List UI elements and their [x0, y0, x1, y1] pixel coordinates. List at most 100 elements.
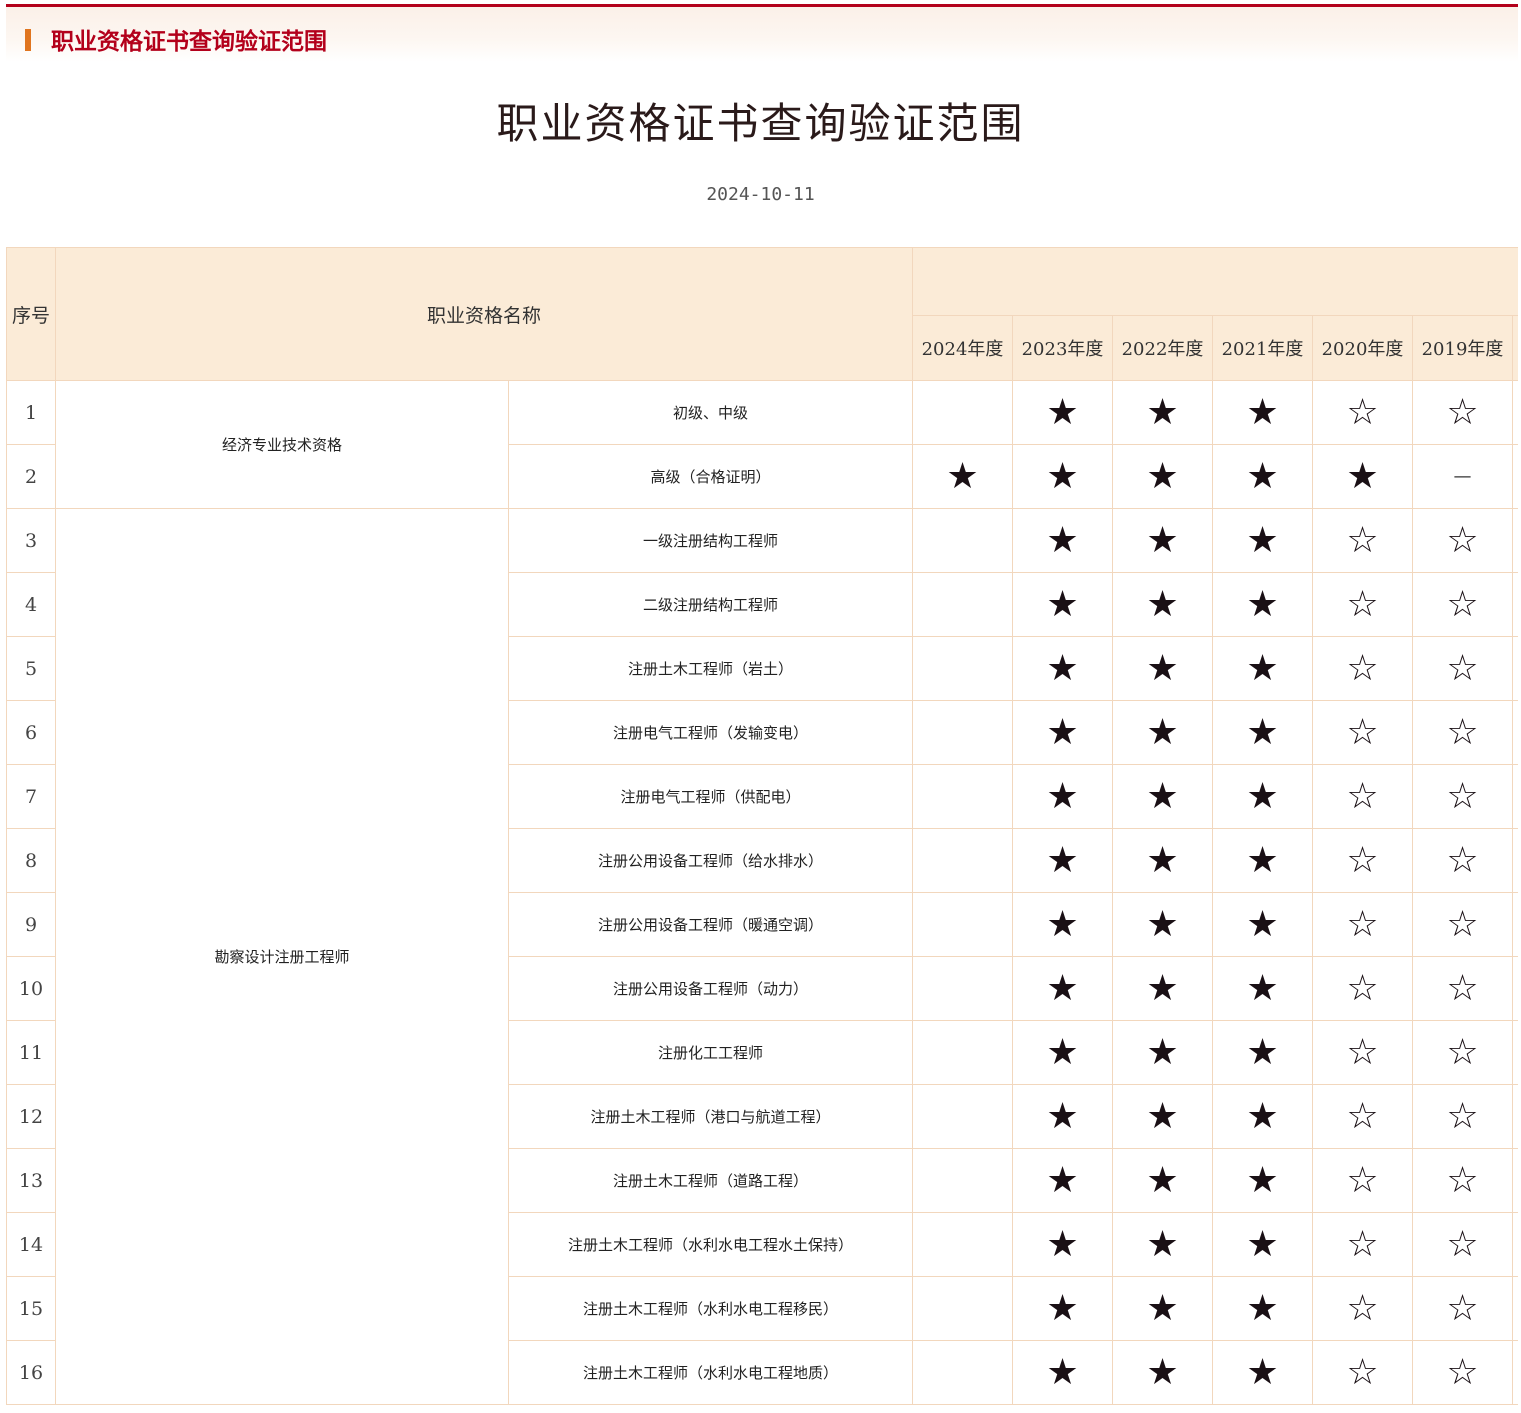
- year-mark-empty: ☆: [1412, 1020, 1514, 1085]
- year-mark-empty: ☆: [1412, 764, 1514, 829]
- year-mark-full: ★: [1012, 764, 1114, 829]
- qualification-name-cell: 注册电气工程师（供配电）: [507, 764, 914, 829]
- section-title: 职业资格证书查询验证范围: [51, 29, 327, 55]
- year-mark-blank: [912, 1084, 1014, 1149]
- year-mark-full: ★: [1212, 636, 1314, 701]
- header-year-filler: [1512, 315, 1518, 381]
- qualification-name-cell: 注册电气工程师（发输变电）: [507, 700, 914, 765]
- year-mark-full: ★: [1112, 700, 1214, 765]
- year-mark-full: ★: [912, 444, 1014, 509]
- row-index: 4: [6, 572, 56, 637]
- year-mark-full: ★: [1212, 572, 1314, 637]
- year-mark-full: ★: [1212, 444, 1314, 509]
- year-mark-blank: [912, 1212, 1014, 1277]
- filler-cell: [1512, 700, 1518, 765]
- year-mark-full: ★: [1012, 1276, 1114, 1341]
- header-year-2: 2022年度: [1112, 315, 1214, 381]
- year-mark-empty: ☆: [1312, 572, 1414, 637]
- year-mark-empty: ☆: [1412, 700, 1514, 765]
- qualification-name-cell: 初级、中级: [507, 380, 914, 445]
- qualification-name-cell: 二级注册结构工程师: [507, 572, 914, 637]
- year-mark-full: ★: [1212, 1212, 1314, 1277]
- qualification-name-cell: 注册土木工程师（水利水电工程水土保持）: [507, 1212, 914, 1277]
- year-mark-full: ★: [1112, 444, 1214, 509]
- year-mark-empty: ☆: [1312, 1084, 1414, 1149]
- year-mark-full: ★: [1212, 1020, 1314, 1085]
- row-index: 9: [6, 892, 56, 957]
- table-row: 1 经济专业技术资格 初级、中级 ★ ★ ★ ☆ ☆: [6, 380, 1518, 509]
- year-mark-full: ★: [1112, 956, 1214, 1021]
- year-mark-empty: ☆: [1312, 1020, 1414, 1085]
- row-index: 14: [6, 1212, 56, 1277]
- filler-cell: [1512, 764, 1518, 829]
- year-mark-empty: ☆: [1412, 1212, 1514, 1277]
- year-mark-full: ★: [1112, 1340, 1214, 1405]
- row-index: 10: [6, 956, 56, 1021]
- category-cell: 经济专业技术资格: [55, 380, 509, 509]
- row-index: 12: [6, 1084, 56, 1149]
- qualification-table: 序号 职业资格名称 2024年度 2023年度 2022年度 2021年度 2020年度…: [6, 247, 1518, 1405]
- filler-cell: [1512, 1212, 1518, 1277]
- year-mark-full: ★: [1112, 508, 1214, 573]
- year-mark-empty: ☆: [1412, 1084, 1514, 1149]
- year-mark-full: ★: [1012, 1020, 1114, 1085]
- year-mark-blank: [912, 764, 1014, 829]
- filler-cell: [1512, 572, 1518, 637]
- filler-cell: [1512, 892, 1518, 957]
- year-mark-empty: ☆: [1412, 828, 1514, 893]
- header-year-1: 2023年度: [1012, 315, 1114, 381]
- year-mark-full: ★: [1012, 700, 1114, 765]
- year-mark-full: ★: [1112, 1276, 1214, 1341]
- year-mark-full: ★: [1212, 956, 1314, 1021]
- qualification-name-cell: 注册公用设备工程师（动力）: [507, 956, 914, 1021]
- header-years-group: [912, 247, 1518, 316]
- row-index: 3: [6, 508, 56, 573]
- year-mark-full: ★: [1012, 444, 1114, 509]
- year-mark-blank: [912, 700, 1014, 765]
- row-index: 15: [6, 1276, 56, 1341]
- year-mark-blank: [912, 572, 1014, 637]
- year-mark-full: ★: [1112, 764, 1214, 829]
- year-mark-full: ★: [1112, 892, 1214, 957]
- year-mark-blank: [912, 636, 1014, 701]
- year-mark-empty: ☆: [1312, 1276, 1414, 1341]
- header-qualification-name: 职业资格名称: [54, 247, 914, 381]
- year-mark-empty: ☆: [1312, 1340, 1414, 1405]
- year-mark-empty: ☆: [1312, 764, 1414, 829]
- filler-cell: [1512, 956, 1518, 1021]
- year-mark-blank: [912, 1148, 1014, 1213]
- year-mark-blank: [912, 828, 1014, 893]
- year-mark-blank: [912, 1020, 1014, 1085]
- filler-cell: [1512, 444, 1518, 509]
- year-mark-empty: ☆: [1312, 636, 1414, 701]
- year-mark-full: ★: [1012, 572, 1114, 637]
- year-mark-full: ★: [1112, 380, 1214, 445]
- year-mark-blank: [912, 956, 1014, 1021]
- header-index: 序号: [6, 247, 56, 381]
- year-mark-full: ★: [1112, 572, 1214, 637]
- year-mark-full: ★: [1212, 508, 1314, 573]
- filler-cell: [1512, 1020, 1518, 1085]
- row-index: 8: [6, 828, 56, 893]
- row-index: 1: [6, 380, 56, 445]
- table-body: 1 经济专业技术资格 初级、中级 ★ ★ ★ ☆ ☆ 2 高级（合格证明） ★ ★ ★ ★ ★ —3 勘察设计注…: [6, 380, 1518, 1405]
- year-mark-full: ★: [1112, 636, 1214, 701]
- year-mark-full: ★: [1212, 892, 1314, 957]
- qualification-name-cell: 注册土木工程师（水利水电工程地质）: [507, 1340, 914, 1405]
- year-mark-full: ★: [1012, 636, 1114, 701]
- filler-cell: [1512, 828, 1518, 893]
- year-mark-empty: ☆: [1412, 956, 1514, 1021]
- row-index: 16: [6, 1340, 56, 1405]
- row-index: 13: [6, 1148, 56, 1213]
- year-mark-empty: ☆: [1412, 636, 1514, 701]
- qualification-name-cell: 注册化工工程师: [507, 1020, 914, 1085]
- year-mark-full: ★: [1212, 1148, 1314, 1213]
- row-index: 6: [6, 700, 56, 765]
- year-mark-empty: ☆: [1312, 892, 1414, 957]
- filler-cell: [1512, 1148, 1518, 1213]
- year-mark-empty: ☆: [1312, 700, 1414, 765]
- year-mark-blank: [912, 380, 1014, 445]
- year-mark-empty: ☆: [1412, 892, 1514, 957]
- row-index: 2: [6, 444, 56, 509]
- year-mark-none: —: [1412, 444, 1514, 509]
